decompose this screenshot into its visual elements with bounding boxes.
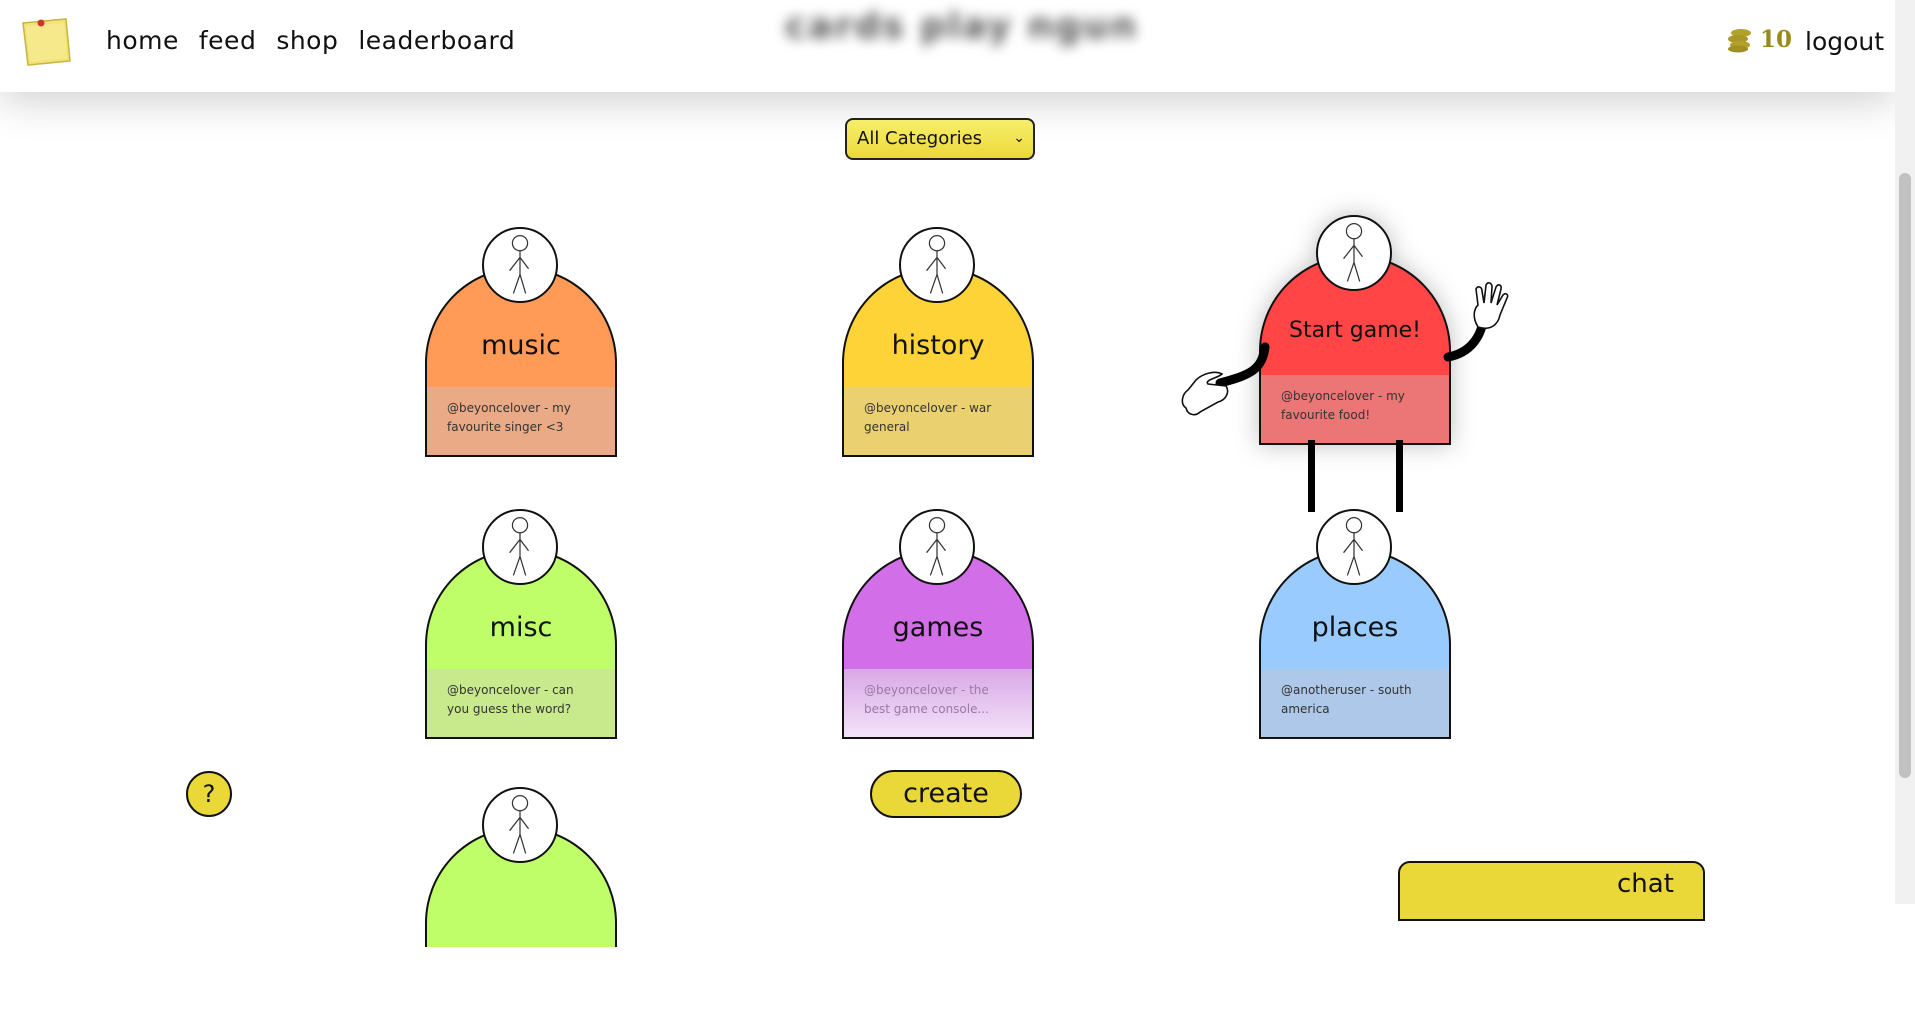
category-card-games[interactable]: games @beyoncelover - the best game conso… — [842, 509, 1034, 739]
nav-leaderboard[interactable]: leaderboard — [358, 26, 515, 55]
card-description: @anotheruser - south america — [1259, 669, 1451, 739]
nav-feed[interactable]: feed — [199, 26, 256, 55]
coin-balance: 10 — [1726, 26, 1792, 53]
help-button[interactable]: ? — [186, 771, 232, 817]
category-card-history[interactable]: history @beyoncelover - war general — [842, 227, 1034, 457]
nav-shop[interactable]: shop — [276, 26, 338, 55]
coin-count: 10 — [1760, 26, 1793, 53]
category-select[interactable]: All Categories ⌄ — [845, 118, 1035, 160]
card-title: music — [481, 330, 561, 361]
main-nav: home feed shop leaderboard — [106, 26, 515, 55]
category-card-partial[interactable] — [425, 787, 617, 1017]
category-card-music[interactable]: music @beyoncelover - my favourite singer… — [425, 227, 617, 457]
sticky-note-logo-icon[interactable] — [20, 17, 72, 69]
stick-figure-icon — [899, 509, 975, 585]
card-title: misc — [489, 612, 553, 643]
scrollbar-thumb[interactable] — [1899, 173, 1911, 778]
page-scrollbar[interactable] — [1895, 0, 1915, 904]
stick-figure-icon — [482, 509, 558, 585]
create-button[interactable]: create — [870, 770, 1022, 818]
category-card-places[interactable]: places @anotheruser - south america — [1259, 509, 1451, 739]
category-select-value: All Categories — [857, 128, 983, 149]
coin-stack-icon — [1728, 28, 1751, 52]
mascot-limbs — [1181, 282, 1509, 512]
card-description: @beyoncelover - war general — [842, 387, 1034, 457]
stick-figure-icon — [899, 227, 975, 303]
card-title: history — [891, 330, 985, 361]
blurred-title: cards play ngun — [785, 6, 1139, 47]
chat-label: chat — [1617, 869, 1674, 899]
stick-figure-icon — [482, 227, 558, 303]
card-title: places — [1311, 612, 1399, 643]
chevron-down-icon: ⌄ — [1013, 130, 1025, 146]
logout-link[interactable]: logout — [1805, 27, 1884, 56]
right-glove-icon — [1473, 282, 1509, 330]
top-header: home feed shop leaderboard cards play ng… — [0, 0, 1895, 92]
nav-home[interactable]: home — [106, 26, 179, 55]
stick-figure-icon — [482, 787, 558, 863]
card-title: games — [892, 612, 984, 643]
card-description: @beyoncelover - my favourite singer <3 — [425, 387, 617, 457]
card-description: @beyoncelover - the best game console... — [842, 669, 1034, 739]
card-description: @beyoncelover - can you guess the word? — [425, 669, 617, 739]
stick-figure-icon — [1316, 509, 1392, 585]
chat-panel-toggle[interactable]: chat — [1398, 861, 1705, 921]
category-card-misc[interactable]: misc @beyoncelover - can you guess the wo… — [425, 509, 617, 739]
